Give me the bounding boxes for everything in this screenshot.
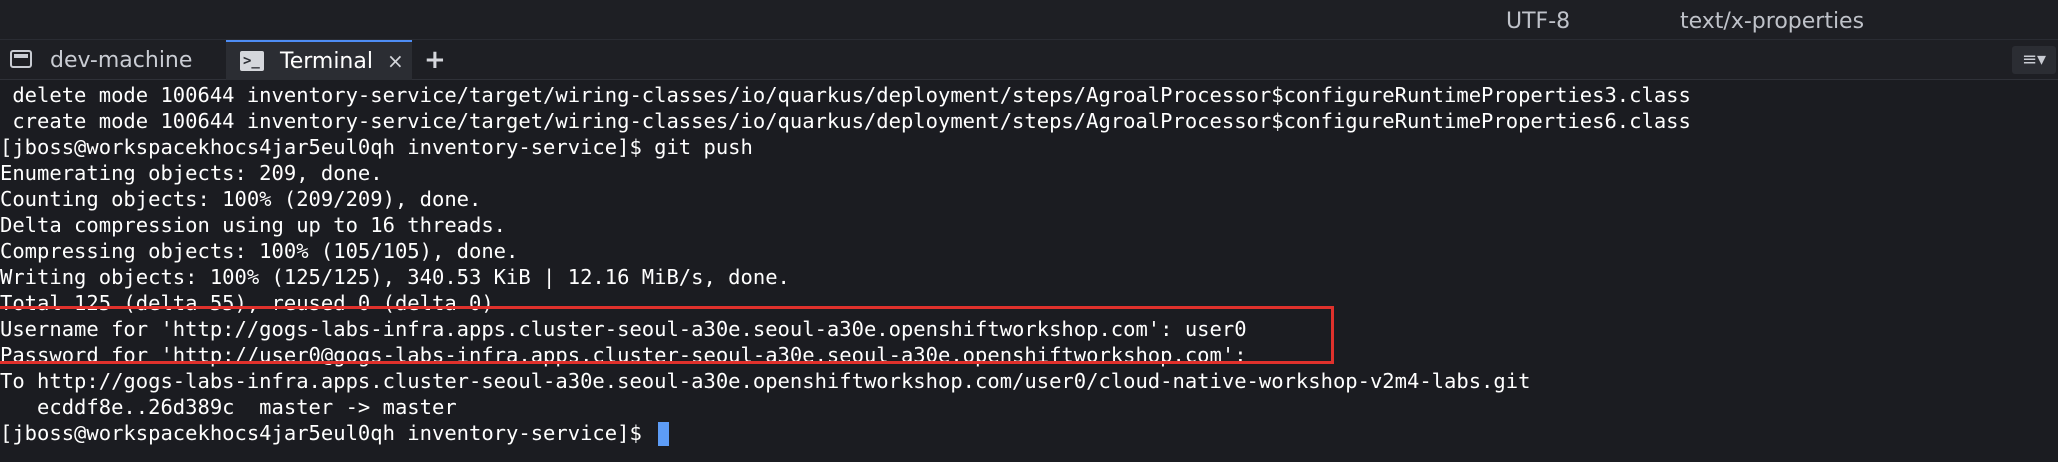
menu-icon[interactable]: ≡▾ — [2012, 46, 2056, 74]
add-tab-button[interactable]: + — [424, 40, 446, 80]
terminal-line: Counting objects: 100% (209/209), done. — [0, 187, 482, 211]
terminal-cursor — [658, 422, 670, 446]
terminal-line: Writing objects: 100% (125/125), 340.53 … — [0, 265, 790, 289]
file-type-indicator[interactable]: text/x-properties — [1680, 0, 1864, 40]
terminal-line: Enumerating objects: 209, done. — [0, 161, 383, 185]
tab-terminal[interactable]: >_ Terminal × — [226, 40, 412, 80]
terminal-line: To http://gogs-labs-infra.apps.cluster-s… — [0, 369, 1531, 393]
tab-dev-machine[interactable]: dev-machine — [10, 40, 225, 80]
terminal-line: ecddf8e..26d389c master -> master — [0, 395, 457, 419]
terminal-icon: >_ — [240, 51, 264, 71]
close-icon[interactable]: × — [387, 49, 404, 73]
terminal-line: Compressing objects: 100% (105/105), don… — [0, 239, 519, 263]
tab-label: dev-machine — [50, 47, 193, 73]
terminal-line: [jboss@workspacekhocs4jar5eul0qh invento… — [0, 135, 753, 159]
status-bar: UTF-8 text/x-properties — [0, 0, 2058, 40]
credentials-highlight-box — [0, 306, 1334, 364]
terminal-line: create mode 100644 inventory-service/tar… — [0, 109, 1691, 133]
encoding-indicator[interactable]: UTF-8 — [1506, 0, 1570, 40]
tab-bar: dev-machine >_ Terminal × + ≡▾ — [0, 40, 2058, 80]
terminal-prompt: [jboss@workspacekhocs4jar5eul0qh invento… — [0, 421, 655, 445]
machine-icon — [10, 50, 34, 70]
tab-label: Terminal — [280, 48, 373, 74]
terminal-line: delete mode 100644 inventory-service/tar… — [0, 83, 1691, 107]
terminal-prompt-line: [jboss@workspacekhocs4jar5eul0qh invento… — [0, 420, 670, 446]
terminal-line: Delta compression using up to 16 threads… — [0, 213, 507, 237]
terminal-output[interactable]: delete mode 100644 inventory-service/tar… — [0, 80, 2058, 462]
